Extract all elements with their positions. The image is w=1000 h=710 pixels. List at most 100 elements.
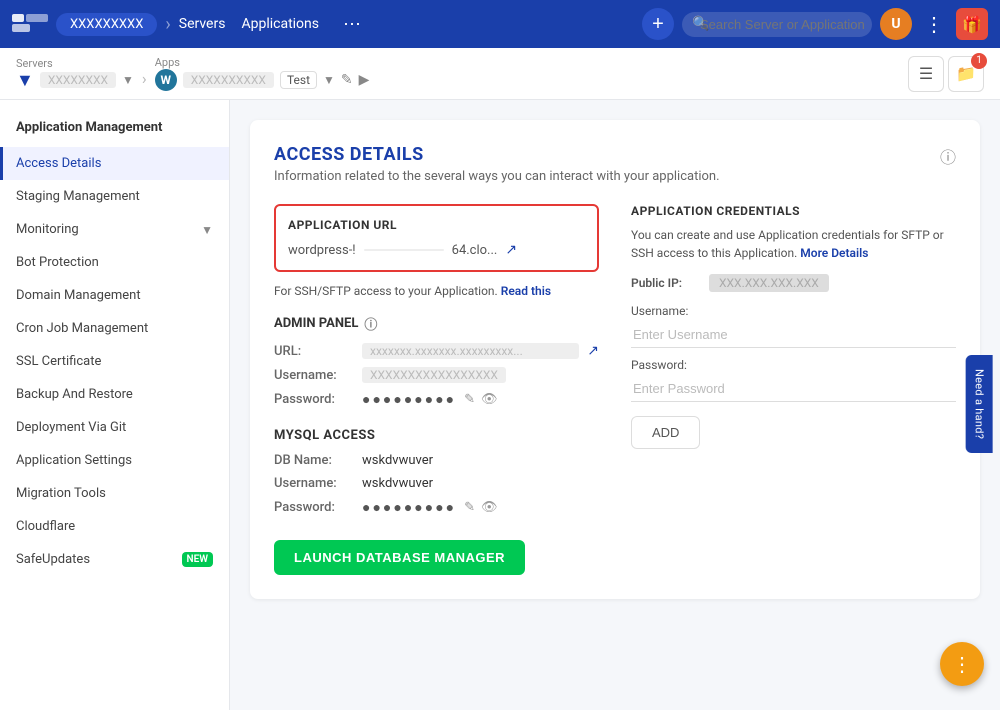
chevron-down-icon: ▼ <box>201 223 213 237</box>
mysql-password-row: Password: ●●●●●●●●● ✎ 👁 <box>274 499 599 516</box>
admin-panel: ADMIN PANEL ⓘ URL: xxxxxxx.xxxxxxx.xxxxx… <box>274 314 599 408</box>
mysql-password-dots: ●●●●●●●●● <box>362 499 456 516</box>
new-badge: NEW <box>182 552 214 567</box>
creds-title: APPLICATION CREDENTIALS <box>631 204 956 218</box>
sidebar-item-domain[interactable]: Domain Management <box>0 279 229 312</box>
admin-password-icons: ✎ 👁 <box>464 392 497 407</box>
sidebar-item-app-settings[interactable]: Application Settings <box>0 444 229 477</box>
read-this-link[interactable]: Read this <box>501 284 551 298</box>
grid-icon[interactable]: ⋯ <box>343 14 361 35</box>
creds-username-field: Username: <box>631 304 956 348</box>
edit-password-icon[interactable]: ✎ <box>464 392 475 407</box>
admin-password-label: Password: <box>274 392 354 407</box>
url-suffix: 64.clo... <box>452 243 498 258</box>
files-badge: 1 <box>971 53 987 69</box>
show-password-icon[interactable]: 👁 <box>481 392 498 407</box>
help-button[interactable]: Need a hand? <box>965 355 992 453</box>
app-tag: Test <box>280 71 317 89</box>
nav-servers[interactable]: Servers <box>179 16 226 32</box>
wordpress-icon: W <box>155 69 177 91</box>
admin-url-external-icon[interactable]: ↗ <box>587 343 599 359</box>
two-col-layout: APPLICATION URL wordpress-! 64.clo... ↗ … <box>274 204 956 575</box>
edit-icon[interactable]: ✎ <box>341 72 353 88</box>
avatar[interactable]: U <box>880 8 912 40</box>
app-dropdown-icon[interactable]: ▼ <box>323 73 335 87</box>
nav-links: Servers Applications ⋯ <box>179 14 361 35</box>
sidebar-item-ssl[interactable]: SSL Certificate <box>0 345 229 378</box>
sidebar-item-bot-protection[interactable]: Bot Protection <box>0 246 229 279</box>
url-external-icon[interactable]: ↗ <box>505 242 517 258</box>
main-layout: Application Management Access Details St… <box>0 100 1000 710</box>
nav-applications[interactable]: Applications <box>241 16 319 32</box>
nav-arrow: › <box>165 14 170 35</box>
fab-icon: ⋮ <box>952 652 972 676</box>
more-details-link[interactable]: More Details <box>800 246 868 260</box>
creds-desc: You can create and use Application crede… <box>631 226 956 262</box>
sidebar-item-backup[interactable]: Backup And Restore <box>0 378 229 411</box>
external-link-icon[interactable]: ▶ <box>359 72 370 88</box>
creds-password-input[interactable] <box>631 376 956 402</box>
app-url-box: APPLICATION URL wordpress-! 64.clo... ↗ <box>274 204 599 272</box>
card-title: ACCESS DETAILS <box>274 144 956 165</box>
admin-url-label: URL: <box>274 344 354 359</box>
breadcrumb-bar: Servers ▼ XXXXXXXX ▼ › Apps W XXXXXXXXXX… <box>0 48 1000 100</box>
breadcrumb-actions: ☰ 📁 1 <box>908 56 984 92</box>
mysql-label: MYSQL ACCESS <box>274 428 599 443</box>
creds-username-label: Username: <box>631 304 956 318</box>
creds-username-input[interactable] <box>631 322 956 348</box>
sidebar-item-cloudflare[interactable]: Cloudflare <box>0 510 229 543</box>
brand-name: XXXXXXXXX <box>70 17 143 32</box>
sidebar-item-migration[interactable]: Migration Tools <box>0 477 229 510</box>
sidebar-item-staging[interactable]: Staging Management <box>0 180 229 213</box>
gift-icon[interactable]: 🎁 <box>956 8 988 40</box>
admin-username-row: Username: XXXXXXXXXXXXXXXXX <box>274 367 599 383</box>
list-icon: ☰ <box>919 64 933 83</box>
public-ip-row: Public IP: XXX.XXX.XXX.XXX <box>631 274 956 292</box>
info-icon: ⓘ <box>364 314 377 333</box>
list-view-button[interactable]: ☰ <box>908 56 944 92</box>
url-prefix: wordpress-! <box>288 243 356 258</box>
url-middle <box>364 249 444 251</box>
brand-pill[interactable]: XXXXXXXXX <box>56 13 157 36</box>
ssh-note: For SSH/SFTP access to your Application.… <box>274 284 599 298</box>
sidebar-item-access-details[interactable]: Access Details <box>0 147 229 180</box>
add-credentials-button[interactable]: ADD <box>631 416 700 449</box>
servers-label: Servers <box>16 57 134 70</box>
search-input[interactable] <box>682 12 872 37</box>
logo[interactable] <box>12 10 48 38</box>
admin-url-value: xxxxxxx.xxxxxxx.xxxxxxxxx... <box>362 343 579 359</box>
app-name: XXXXXXXXXX <box>183 72 274 88</box>
server-dropdown-icon[interactable]: ▼ <box>122 73 134 87</box>
sidebar-item-cron[interactable]: Cron Job Management <box>0 312 229 345</box>
servers-breadcrumb: Servers ▼ XXXXXXXX ▼ <box>16 57 134 91</box>
admin-username-label: Username: <box>274 368 354 383</box>
more-options-icon[interactable]: ⋮ <box>920 12 948 36</box>
sidebar-item-monitoring[interactable]: Monitoring ▼ <box>0 213 229 246</box>
app-url-label: APPLICATION URL <box>288 218 585 232</box>
edit-mysql-password-icon[interactable]: ✎ <box>464 500 475 515</box>
topnav: XXXXXXXXX › Servers Applications ⋯ + 🔍 U… <box>0 0 1000 48</box>
help-icon[interactable]: ⓘ <box>940 144 956 168</box>
show-mysql-password-icon[interactable]: 👁 <box>481 500 498 515</box>
admin-password-row: Password: ●●●●●●●●● ✎ 👁 <box>274 391 599 408</box>
apps-breadcrumb: Apps W XXXXXXXXXX Test ▼ ✎ ▶ <box>155 56 370 91</box>
apps-label: Apps <box>155 56 370 69</box>
search-wrap: 🔍 <box>682 12 872 37</box>
launch-db-manager-button[interactable]: LAUNCH DATABASE MANAGER <box>274 540 525 575</box>
creds-password-label: Password: <box>631 358 956 372</box>
main-content: ⓘ ACCESS DETAILS Information related to … <box>230 100 1000 710</box>
files-button[interactable]: 📁 1 <box>948 56 984 92</box>
sidebar-item-safeupdates[interactable]: SafeUpdates NEW <box>0 543 229 576</box>
mysql-username-row: Username: wskdvwuver <box>274 476 599 491</box>
add-button[interactable]: + <box>642 8 674 40</box>
topnav-right: + 🔍 U ⋮ 🎁 <box>642 8 988 40</box>
mysql-section: MYSQL ACCESS DB Name: wskdvwuver Usernam… <box>274 428 599 516</box>
mysql-dbname-label: DB Name: <box>274 453 354 468</box>
fab-button[interactable]: ⋮ <box>940 642 984 686</box>
sidebar-item-deployment[interactable]: Deployment Via Git <box>0 411 229 444</box>
right-column: APPLICATION CREDENTIALS You can create a… <box>631 204 956 575</box>
creds-password-field: Password: <box>631 358 956 402</box>
admin-panel-label: ADMIN PANEL ⓘ <box>274 314 599 333</box>
url-value: wordpress-! 64.clo... ↗ <box>288 242 585 258</box>
breadcrumb-arrow: › <box>142 69 147 88</box>
